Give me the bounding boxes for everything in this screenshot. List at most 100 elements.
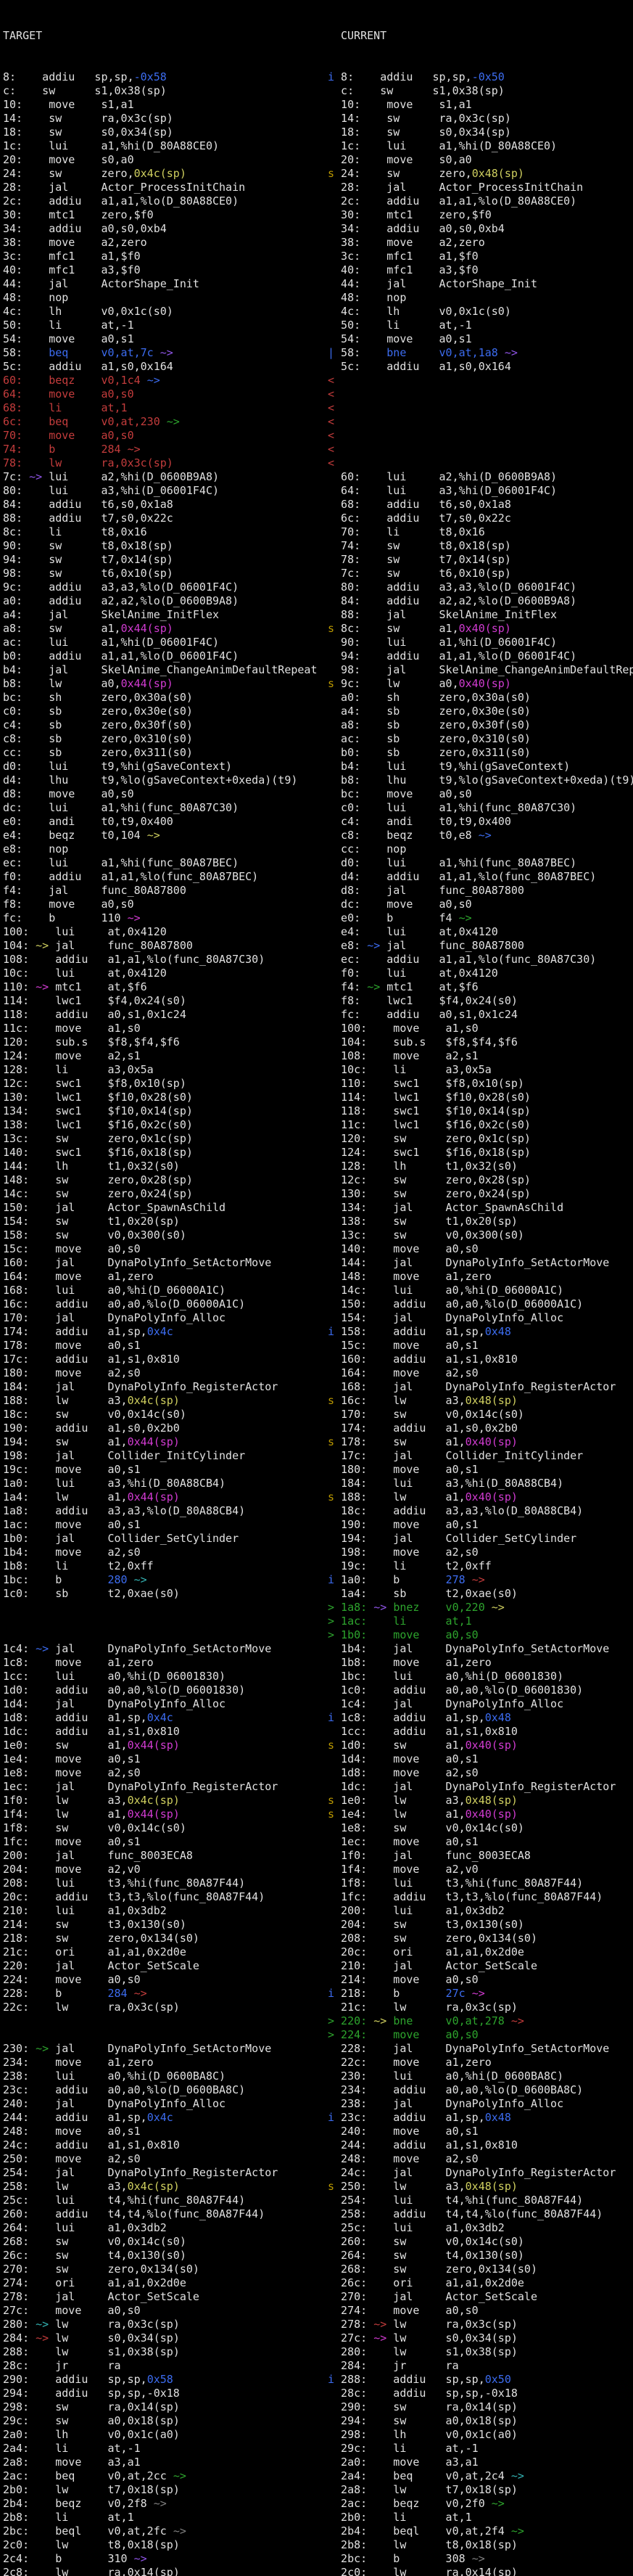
asm-row: d0: lui a1,%hi(func_80A87BEC) xyxy=(328,856,633,870)
asm-row: 26c: ori a1,a1,0x2d0e xyxy=(328,2276,633,2290)
asm-text: 208: sw zero,0x134(s0) xyxy=(328,1932,537,1945)
asm-row: 160: jal DynaPolyInfo_SetActorMove xyxy=(3,1256,326,1270)
asm-token: 0x40(sp) xyxy=(459,622,511,635)
asm-row: 194: sw a1,0x44(sp) xyxy=(3,1435,326,1449)
asm-token: | xyxy=(328,346,334,359)
asm-row: 2a4: li at,-1 xyxy=(3,2442,326,2456)
asm-token: 0x50 xyxy=(485,2373,511,2386)
asm-row: 198: move a2,s0 xyxy=(328,1546,633,1559)
asm-text: 25c: lui t4,%hi(func_80A87F44) xyxy=(3,2194,245,2207)
asm-row: 258: addiu t4,t4,%lo(func_80A87F44) xyxy=(328,2207,633,2221)
asm-text: 2bc: beql v0,at,2fc xyxy=(3,2524,173,2538)
asm-row: 174: addiu a1,sp,0x4c xyxy=(3,1325,326,1339)
asm-text: 1ac: move a0,s1 xyxy=(3,1518,141,1531)
asm-text: 48: nop xyxy=(3,291,68,304)
asm-row: 28: jal Actor_ProcessInitChain xyxy=(3,181,326,194)
asm-text: 14: sw ra,0x3c(sp) xyxy=(3,112,173,125)
asm-row: 224: move a0,s0 xyxy=(3,1973,326,1987)
asm-row: 1f4: lw a1,0x44(sp) xyxy=(3,1808,326,1821)
asm-row: 5c: addiu a1,s0,0x164 xyxy=(3,360,326,374)
target-column: TARGET 8: addiu sp,sp,-0x58c: sw s1,0x38… xyxy=(3,1,326,2576)
asm-text: 40: mfc1 a3,$f0 xyxy=(3,263,141,276)
asm-row: 2c: addiu a1,a1,%lo(D_80A88CE0) xyxy=(328,194,633,208)
asm-row: 3c: mfc1 a1,$f0 xyxy=(3,250,326,263)
asm-text: 234: move a1,zero xyxy=(3,2056,154,2069)
asm-row: 74: b 284 ~> xyxy=(3,443,326,456)
asm-row: s 1d0: sw a1,0x40(sp) xyxy=(328,1739,633,1752)
asm-text: a4: jal SkelAnime_InitFlex xyxy=(3,608,219,621)
asm-token: bnez v0,220 xyxy=(393,1601,484,1614)
asm-token: ~> xyxy=(160,346,173,359)
asm-row: 64: move a0,s0 xyxy=(3,387,326,401)
asm-row: 60: lui a2,%hi(D_0600B9A8) xyxy=(328,470,633,484)
asm-text: 2c0: lw ra,0x14(sp) xyxy=(328,2566,518,2576)
asm-text: mtc1 at,$f6 xyxy=(49,980,146,993)
asm-row: 29c: sw a0,0x18(sp) xyxy=(3,2414,326,2428)
asm-row: 244: addiu a1,s1,0x810 xyxy=(328,2138,633,2152)
asm-row: 70: li t8,0x16 xyxy=(328,525,633,539)
asm-text: 24c: addiu a1,s1,0x810 xyxy=(3,2138,180,2152)
asm-text: 110: swc1 $f8,0x10(sp) xyxy=(328,1077,524,1090)
asm-text: 168: jal DynaPolyInfo_RegisterActor xyxy=(328,1380,616,1393)
asm-row: i 8: addiu sp,sp,-0x50 xyxy=(328,70,633,84)
asm-row: 94: sw t7,0x14(sp) xyxy=(3,553,326,567)
asm-row: 2c4: b 310 ~> xyxy=(3,2552,326,2566)
asm-text: 248: move a0,s1 xyxy=(3,2125,141,2138)
asm-text: 1dc: addiu a1,s1,0x810 xyxy=(3,1725,180,1738)
asm-text: 268: sw zero,0x134(s0) xyxy=(328,2263,537,2276)
asm-row: 128: lh t1,0x32(s0) xyxy=(328,1160,633,1173)
asm-row xyxy=(3,2014,326,2028)
asm-token: -0x50 xyxy=(472,70,505,83)
asm-row: 88: addiu t7,s0,0x22c xyxy=(3,512,326,525)
asm-text: 108: move a2,s1 xyxy=(328,1049,479,1062)
asm-row: 64: lui a3,%hi(D_06001F4C) xyxy=(328,484,633,498)
asm-text xyxy=(386,1601,393,1614)
asm-text: 198: move a2,s0 xyxy=(328,1546,479,1559)
asm-row: 140: move a0,s0 xyxy=(328,1242,633,1256)
asm-text: 1d8: move a2,s0 xyxy=(328,1766,479,1779)
asm-row: < xyxy=(328,443,633,456)
asm-row: 1f4: move a2,v0 xyxy=(328,1863,633,1876)
asm-row: 12c: swc1 $f8,0x10(sp) xyxy=(3,1077,326,1091)
asm-text: ac: lui a1,%hi(D_06001F4C) xyxy=(3,636,219,649)
asm-text: 138: sw t1,0x20(sp) xyxy=(328,1215,518,1228)
asm-row: ac: sb zero,0x310(s0) xyxy=(328,732,633,746)
asm-text: lw s0,0x34(sp) xyxy=(386,2331,518,2345)
asm-row: 170: jal DynaPolyInfo_Alloc xyxy=(3,1311,326,1325)
asm-row: c0: lui a1,%hi(func_80A87C30) xyxy=(328,801,633,815)
asm-text: 64: lui a3,%hi(D_06001F4C) xyxy=(328,484,557,497)
asm-row: 240: move a0,s1 xyxy=(328,2125,633,2138)
asm-text: 280: xyxy=(3,2318,36,2331)
asm-text: 1e0: lw a3, xyxy=(334,1794,466,1807)
asm-token: 0x48(sp) xyxy=(466,2180,518,2193)
asm-row: 38: move a2,zero xyxy=(3,236,326,250)
asm-text: dc: move a0,s0 xyxy=(328,898,472,911)
asm-row: 118: swc1 $f10,0x14(sp) xyxy=(328,1104,633,1118)
asm-row: 14: sw ra,0x3c(sp) xyxy=(328,112,633,126)
asm-row: cc: sb zero,0x311(s0) xyxy=(3,746,326,760)
asm-row: 22c: lw ra,0x3c(sp) xyxy=(3,2001,326,2014)
asm-row: 200: lui a1,0x3db2 xyxy=(328,1904,633,1918)
asm-token: -0x58 xyxy=(134,70,167,83)
asm-token: i xyxy=(328,1711,334,1724)
asm-text: 260: sw v0,0x14c(s0) xyxy=(328,2235,524,2248)
asm-token: i xyxy=(328,2373,334,2386)
asm-row: b0: addiu a1,a1,%lo(D_06001F4C) xyxy=(3,649,326,663)
asm-text: 258: lw a3, xyxy=(3,2180,128,2193)
asm-text: 104: xyxy=(3,939,36,952)
asm-text: 50: li at,-1 xyxy=(328,319,472,332)
asm-text: 84: addiu a2,a2,%lo(D_0600B9A8) xyxy=(328,594,576,607)
asm-row: 294: sw a0,0x18(sp) xyxy=(328,2414,633,2428)
asm-text: 2ac: beq v0,at,2cc xyxy=(3,2469,173,2482)
asm-text: cc: nop xyxy=(328,842,406,856)
asm-text: 268: sw v0,0x14c(s0) xyxy=(3,2235,186,2248)
asm-row: 2a0: move a3,a1 xyxy=(328,2456,633,2469)
asm-row: 90: lui a1,%hi(D_06001F4C) xyxy=(328,636,633,649)
asm-row: 200: jal func_8003ECA8 xyxy=(3,1849,326,1863)
asm-row: bc: move a0,s0 xyxy=(328,787,633,801)
asm-text: 10: move s1,a1 xyxy=(328,98,472,111)
asm-row: 198: jal Collider_InitCylinder xyxy=(3,1449,326,1463)
asm-row: 23c: addiu a0,a0,%lo(D_0600BA8C) xyxy=(3,2083,326,2097)
asm-token: 0x40(sp) xyxy=(466,1435,518,1448)
asm-text: c0: lui a1,%hi(func_80A87C30) xyxy=(328,801,576,814)
